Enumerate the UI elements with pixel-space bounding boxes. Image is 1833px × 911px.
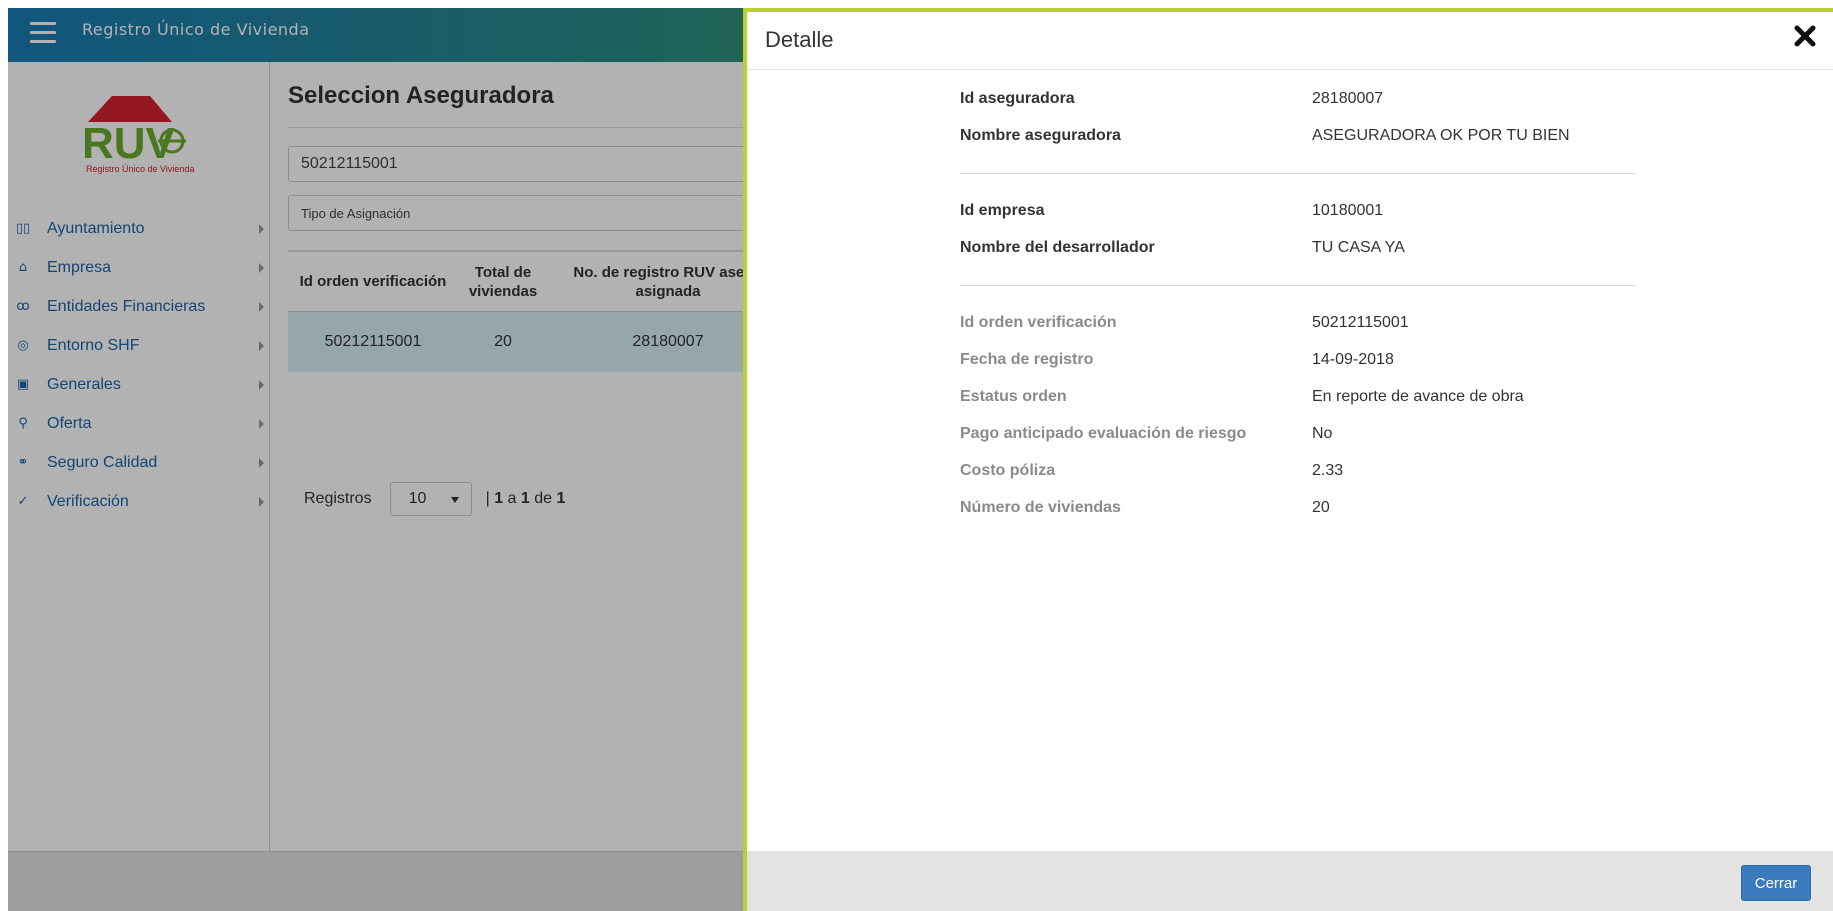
detail-value: 14-09-2018 [1312,351,1394,368]
detail-modal: Detalle Id aseguradora 28180007 Nombre a… [743,8,1833,911]
detail-value: TU CASA YA [1312,239,1405,256]
detail-row-numero-viviendas: Número de viviendas 20 [960,499,1330,519]
close-button[interactable]: Cerrar [1741,865,1811,901]
detail-row-costo-poliza: Costo póliza 2.33 [960,462,1343,482]
detail-value: ASEGURADORA OK POR TU BIEN [1312,127,1570,144]
detail-row-nombre-desarrollador: Nombre del desarrollador TU CASA YA [960,239,1405,259]
detail-row-nombre-aseguradora: Nombre aseguradora ASEGURADORA OK POR TU… [960,127,1570,147]
detail-value: 50212115001 [1312,314,1409,331]
detail-row-pago-anticipado: Pago anticipado evaluación de riesgo No [960,425,1332,445]
detail-label: Estatus orden [960,388,1067,405]
close-icon[interactable] [1791,22,1819,50]
detail-row-id-empresa: Id empresa 10180001 [960,202,1383,222]
detail-label: Fecha de registro [960,351,1094,368]
modal-footer: Cerrar [747,851,1833,911]
divider [960,285,1635,286]
detail-label: Id orden verificación [960,314,1117,331]
modal-title: Detalle [765,27,834,52]
detail-label: Id aseguradora [960,90,1075,107]
detail-label: Nombre del desarrollador [960,239,1155,256]
modal-header: Detalle [747,12,1833,70]
divider [960,173,1635,174]
detail-label: Costo póliza [960,462,1056,479]
detail-value: 10180001 [1312,202,1384,219]
detail-value: 20 [1312,499,1330,516]
detail-label: Id empresa [960,202,1045,219]
detail-value: 2.33 [1312,462,1344,479]
detail-value: No [1312,425,1333,442]
detail-row-id-aseguradora: Id aseguradora 28180007 [960,90,1383,110]
detail-row-estatus-orden: Estatus orden En reporte de avance de ob… [960,388,1524,408]
detail-value: 28180007 [1312,90,1384,107]
detail-row-id-orden: Id orden verificación 50212115001 [960,314,1409,334]
detail-label: Número de viviendas [960,499,1121,516]
detail-label: Pago anticipado evaluación de riesgo [960,425,1247,442]
detail-value: En reporte de avance de obra [1312,388,1524,405]
detail-row-fecha-registro: Fecha de registro 14-09-2018 [960,351,1394,371]
detail-label: Nombre aseguradora [960,127,1121,144]
